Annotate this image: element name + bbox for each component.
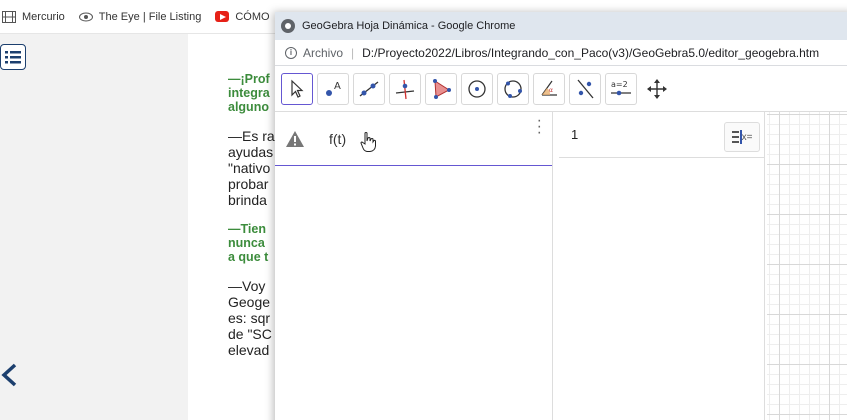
view2-row[interactable]: 1 x= <box>559 112 764 158</box>
address-url: D:/Proyecto2022/Libros/Integrando_con_Pa… <box>362 45 820 60</box>
circle-tool-icon <box>468 79 486 98</box>
address-bar[interactable]: i Archivo | D:/Proyecto2022/Libros/Integ… <box>275 40 847 66</box>
circle-three-points-tool-icon <box>504 79 522 98</box>
second-view: 1 x= <box>559 112 765 420</box>
slider-tool-button[interactable]: a=2 <box>605 72 637 105</box>
circle-tool-button[interactable] <box>461 72 493 105</box>
svg-text:A: A <box>334 81 341 92</box>
bookmark-como[interactable]: CÓMO <box>215 10 270 24</box>
keyboard-toggle-button[interactable]: x= <box>724 122 760 152</box>
address-scheme: Archivo <box>303 45 344 60</box>
bookmark-the-eye[interactable]: The Eye | File Listing <box>78 10 202 24</box>
youtube-icon <box>215 10 230 24</box>
line-tool-button[interactable] <box>353 72 385 105</box>
list-icon <box>5 51 21 64</box>
list-format-icon <box>731 130 742 144</box>
perpendicular-line-tool-button[interactable] <box>389 72 421 105</box>
page-left-panel <box>0 34 188 420</box>
graphics-view[interactable] <box>767 112 847 420</box>
info-icon[interactable]: i <box>285 46 297 59</box>
reflect-tool-button[interactable] <box>569 72 601 105</box>
slider-tool-icon: a=2 <box>611 80 631 95</box>
slider-tool-label: a=2 <box>611 80 628 89</box>
move-tool-icon <box>291 79 304 98</box>
algebra-view: f(t) · · · <box>275 112 553 420</box>
geogebra-toolbar: A α a=2 <box>275 66 847 112</box>
algebra-input-row[interactable]: f(t) · · · <box>275 112 552 166</box>
eye-icon <box>78 10 93 24</box>
hand-cursor-icon <box>360 131 376 152</box>
line-tool-icon <box>359 80 379 97</box>
circle-three-points-tool-button[interactable] <box>497 72 529 105</box>
geogebra-window: GeoGebra Hoja Dinámica - Google Chrome i… <box>275 12 847 420</box>
algebra-input[interactable]: f(t) <box>329 130 376 152</box>
bookmark-label: The Eye | File Listing <box>98 10 202 23</box>
bookmark-mercurio[interactable]: Mercurio <box>2 10 65 24</box>
polygon-tool-icon <box>433 78 451 99</box>
reflect-tool-icon <box>577 79 594 98</box>
point-tool-button[interactable]: A <box>317 72 349 105</box>
chrome-icon <box>281 19 295 33</box>
keyboard-toggle-label: x= <box>741 131 753 143</box>
move-graphics-tool-button[interactable] <box>641 73 673 105</box>
svg-text:α: α <box>549 87 553 94</box>
previous-page-icon[interactable] <box>0 360 18 394</box>
film-icon <box>2 10 16 24</box>
table-of-contents-button[interactable] <box>0 44 26 70</box>
algebra-input-text: f(t) <box>329 130 347 147</box>
point-tool-icon: A <box>326 81 341 96</box>
move-graphics-tool-icon <box>647 78 667 99</box>
perpendicular-line-tool-icon <box>395 79 415 99</box>
polygon-tool-button[interactable] <box>425 72 457 105</box>
angle-tool-icon: α <box>541 80 557 96</box>
bookmark-label: CÓMO <box>235 10 270 23</box>
window-title: GeoGebra Hoja Dinámica - Google Chrome <box>302 20 516 32</box>
bookmark-label: Mercurio <box>22 10 65 23</box>
angle-tool-button[interactable]: α <box>533 72 565 105</box>
move-tool-button[interactable] <box>281 72 313 105</box>
warning-icon <box>275 130 315 148</box>
address-separator: | <box>351 45 355 60</box>
more-options-icon[interactable]: · · · <box>537 113 542 141</box>
view2-row-value: 1 <box>571 127 579 142</box>
window-title-bar[interactable]: GeoGebra Hoja Dinámica - Google Chrome <box>275 12 847 40</box>
